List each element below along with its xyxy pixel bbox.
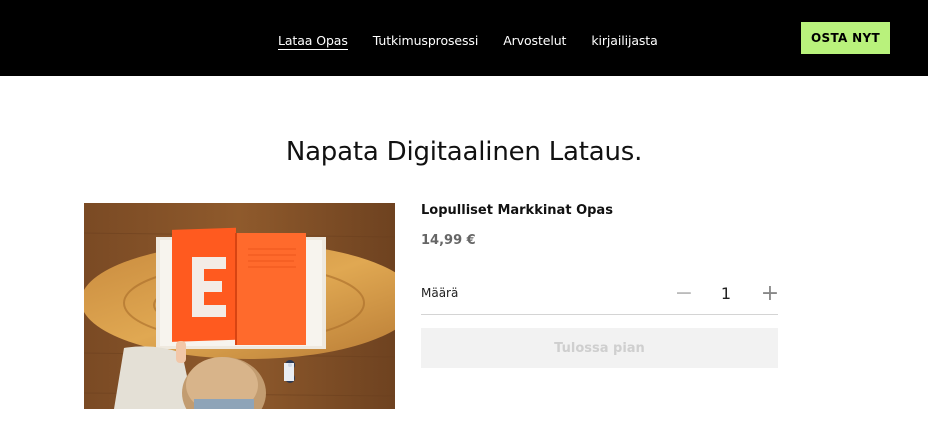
book-photo-icon [84,203,395,409]
nav-link-lataa-opas[interactable]: Lataa Opas [278,33,348,50]
quantity-label: Määrä [421,286,459,300]
product-price: 14,99 € [421,233,476,248]
coming-soon-button[interactable]: Tulossa pian [421,328,778,368]
main-nav: Lataa Opas Tutkimusprosessi Arvostelut k… [278,33,683,50]
page-title: Napata Digitaalinen Lataus. [285,137,643,167]
quantity-decrease-icon[interactable]: − [673,281,695,307]
quantity-stepper: Määrä − 1 + [421,278,781,315]
product-image [84,203,395,409]
quantity-value[interactable]: 1 [711,284,741,303]
quantity-increase-icon[interactable]: + [759,281,781,307]
nav-link-arvostelut[interactable]: Arvostelut [503,33,566,50]
nav-link-tutkimusprosessi[interactable]: Tutkimusprosessi [373,33,479,50]
buy-now-button[interactable]: OSTA NYT [801,22,890,54]
top-navigation-bar: Lataa Opas Tutkimusprosessi Arvostelut k… [0,0,928,76]
product-name: Lopulliset Markkinat Opas [421,203,613,218]
nav-link-kirjailijasta[interactable]: kirjailijasta [591,33,657,50]
